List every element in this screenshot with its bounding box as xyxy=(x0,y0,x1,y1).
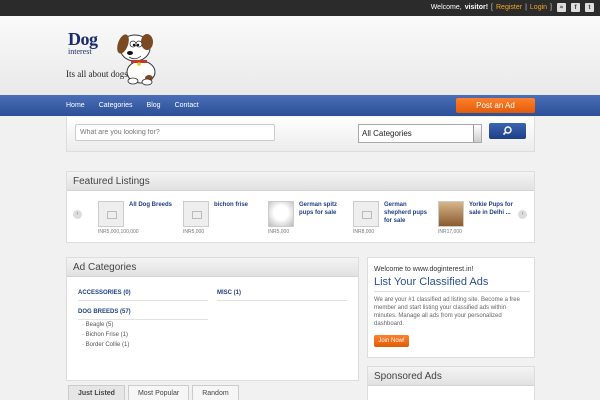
divider xyxy=(217,300,347,301)
listing-price: INR5,000,100,000 xyxy=(98,229,139,235)
welcome-headline: List Your Classified Ads xyxy=(374,276,489,288)
tab-most-popular[interactable]: Most Popular xyxy=(127,385,190,400)
listing-title[interactable]: German spitz pups for sale xyxy=(299,201,347,217)
listing-title[interactable]: All Dog Breeds xyxy=(129,201,177,209)
top-bar: Welcome, visitor! [ Register | Login ] ≈… xyxy=(0,0,600,16)
category-misc[interactable]: MISC (1) xyxy=(217,290,241,296)
tab-just-listed[interactable]: Just Listed xyxy=(68,385,125,400)
category-select[interactable]: All Categories xyxy=(358,124,482,143)
rss-icon[interactable]: ≈ xyxy=(557,3,566,12)
listing-thumbnail[interactable] xyxy=(353,201,379,227)
login-link[interactable]: Login xyxy=(530,4,547,11)
category-select-value: All Categories xyxy=(362,129,412,138)
featured-item[interactable]: German spitz pups for sale INR5,000 xyxy=(268,201,348,239)
site-header: Dog interest Its all about dogs xyxy=(0,16,600,95)
listing-thumbnail[interactable] xyxy=(183,201,209,227)
welcome-body: We are your #1 classified ad listing sit… xyxy=(374,297,520,327)
subcategory-label: Beagle (5) xyxy=(85,322,114,328)
select-arrow-icon xyxy=(473,125,481,142)
subcategory-bichon-frise[interactable]: · Bichon Frise (1) xyxy=(82,332,128,338)
listing-title[interactable]: German shepherd pups for sale xyxy=(384,201,432,225)
listing-title[interactable]: Yorkie Pups for sale in Delhi ... xyxy=(469,201,517,217)
subcategory-label: Border Collie (1) xyxy=(85,342,130,348)
nav-home[interactable]: Home xyxy=(66,102,85,109)
featured-item[interactable]: bichon frise INR5,000 xyxy=(183,201,263,239)
divider xyxy=(374,291,530,292)
separator: | xyxy=(525,4,527,11)
listing-price: INR8,000 xyxy=(353,229,375,235)
listing-title[interactable]: bichon frise xyxy=(214,201,262,209)
featured-listings-panel: Featured Listings ‹ › All Dog Breeds INR… xyxy=(66,171,535,243)
subcategory-border-collie[interactable]: · Border Collie (1) xyxy=(82,342,129,348)
next-arrow-icon[interactable]: › xyxy=(518,210,527,219)
register-link[interactable]: Register xyxy=(496,4,522,11)
nav-categories[interactable]: Categories xyxy=(99,102,133,109)
post-ad-button[interactable]: Post an Ad xyxy=(456,98,535,113)
listing-tabs: Just Listed Most Popular Random xyxy=(68,385,239,400)
listing-price: INR17,000 xyxy=(438,229,462,235)
ad-categories-panel: Ad Categories ACCESSORIES (0) DOG BREEDS… xyxy=(66,257,359,381)
bracket-close: ] xyxy=(550,4,552,11)
category-accessories[interactable]: ACCESSORIES (0) xyxy=(78,290,131,296)
listing-thumbnail[interactable] xyxy=(268,201,294,227)
tab-random[interactable]: Random xyxy=(192,385,239,400)
listing-thumbnail[interactable] xyxy=(98,201,124,227)
category-dog-breeds[interactable]: DOG BREEDS (57) xyxy=(78,309,131,315)
subcategory-label: Bichon Frise (1) xyxy=(85,332,129,338)
dog-mascot-icon xyxy=(117,34,156,86)
logo-word-interest[interactable]: interest xyxy=(68,47,92,56)
visitor-name: visitor! xyxy=(464,4,489,11)
welcome-line: Welcome to www.doginterest.in! xyxy=(374,266,474,273)
listing-price: INR5,000 xyxy=(183,229,205,235)
subcategory-beagle[interactable]: · Beagle (5) xyxy=(82,322,113,328)
featured-item[interactable]: All Dog Breeds INR5,000,100,000 xyxy=(98,201,178,239)
sponsored-ads-panel: Sponsored Ads xyxy=(367,366,535,400)
listing-price: INR5,000 xyxy=(268,229,290,235)
featured-item[interactable]: German shepherd pups for sale INR8,000 xyxy=(353,201,433,239)
join-now-button[interactable]: Join Now! xyxy=(374,335,409,347)
divider xyxy=(78,319,208,320)
listing-thumbnail[interactable] xyxy=(438,201,464,227)
prev-arrow-icon[interactable]: ‹ xyxy=(73,210,82,219)
search-button[interactable] xyxy=(489,123,526,139)
search-panel: All Categories xyxy=(66,117,535,152)
featured-title: Featured Listings xyxy=(67,172,534,191)
ad-categories-title: Ad Categories xyxy=(67,258,358,277)
facebook-icon[interactable]: f xyxy=(571,3,580,12)
user-bar: Welcome, visitor! [ Register | Login ] ≈… xyxy=(431,3,594,12)
nav-blog[interactable]: Blog xyxy=(147,102,161,109)
twitter-icon[interactable]: t xyxy=(585,3,594,12)
welcome-panel: Welcome to www.doginterest.in! List Your… xyxy=(367,257,535,358)
nav-contact[interactable]: Contact xyxy=(175,102,199,109)
welcome-text: Welcome, xyxy=(430,4,462,11)
divider xyxy=(78,300,208,301)
featured-item[interactable]: Yorkie Pups for sale in Delhi ... INR17,… xyxy=(438,201,518,239)
search-icon xyxy=(502,126,512,136)
search-input[interactable] xyxy=(75,124,275,141)
sponsored-title: Sponsored Ads xyxy=(368,367,534,386)
bracket-open: [ xyxy=(491,4,493,11)
nav-items: Home Categories Blog Contact xyxy=(66,95,213,116)
